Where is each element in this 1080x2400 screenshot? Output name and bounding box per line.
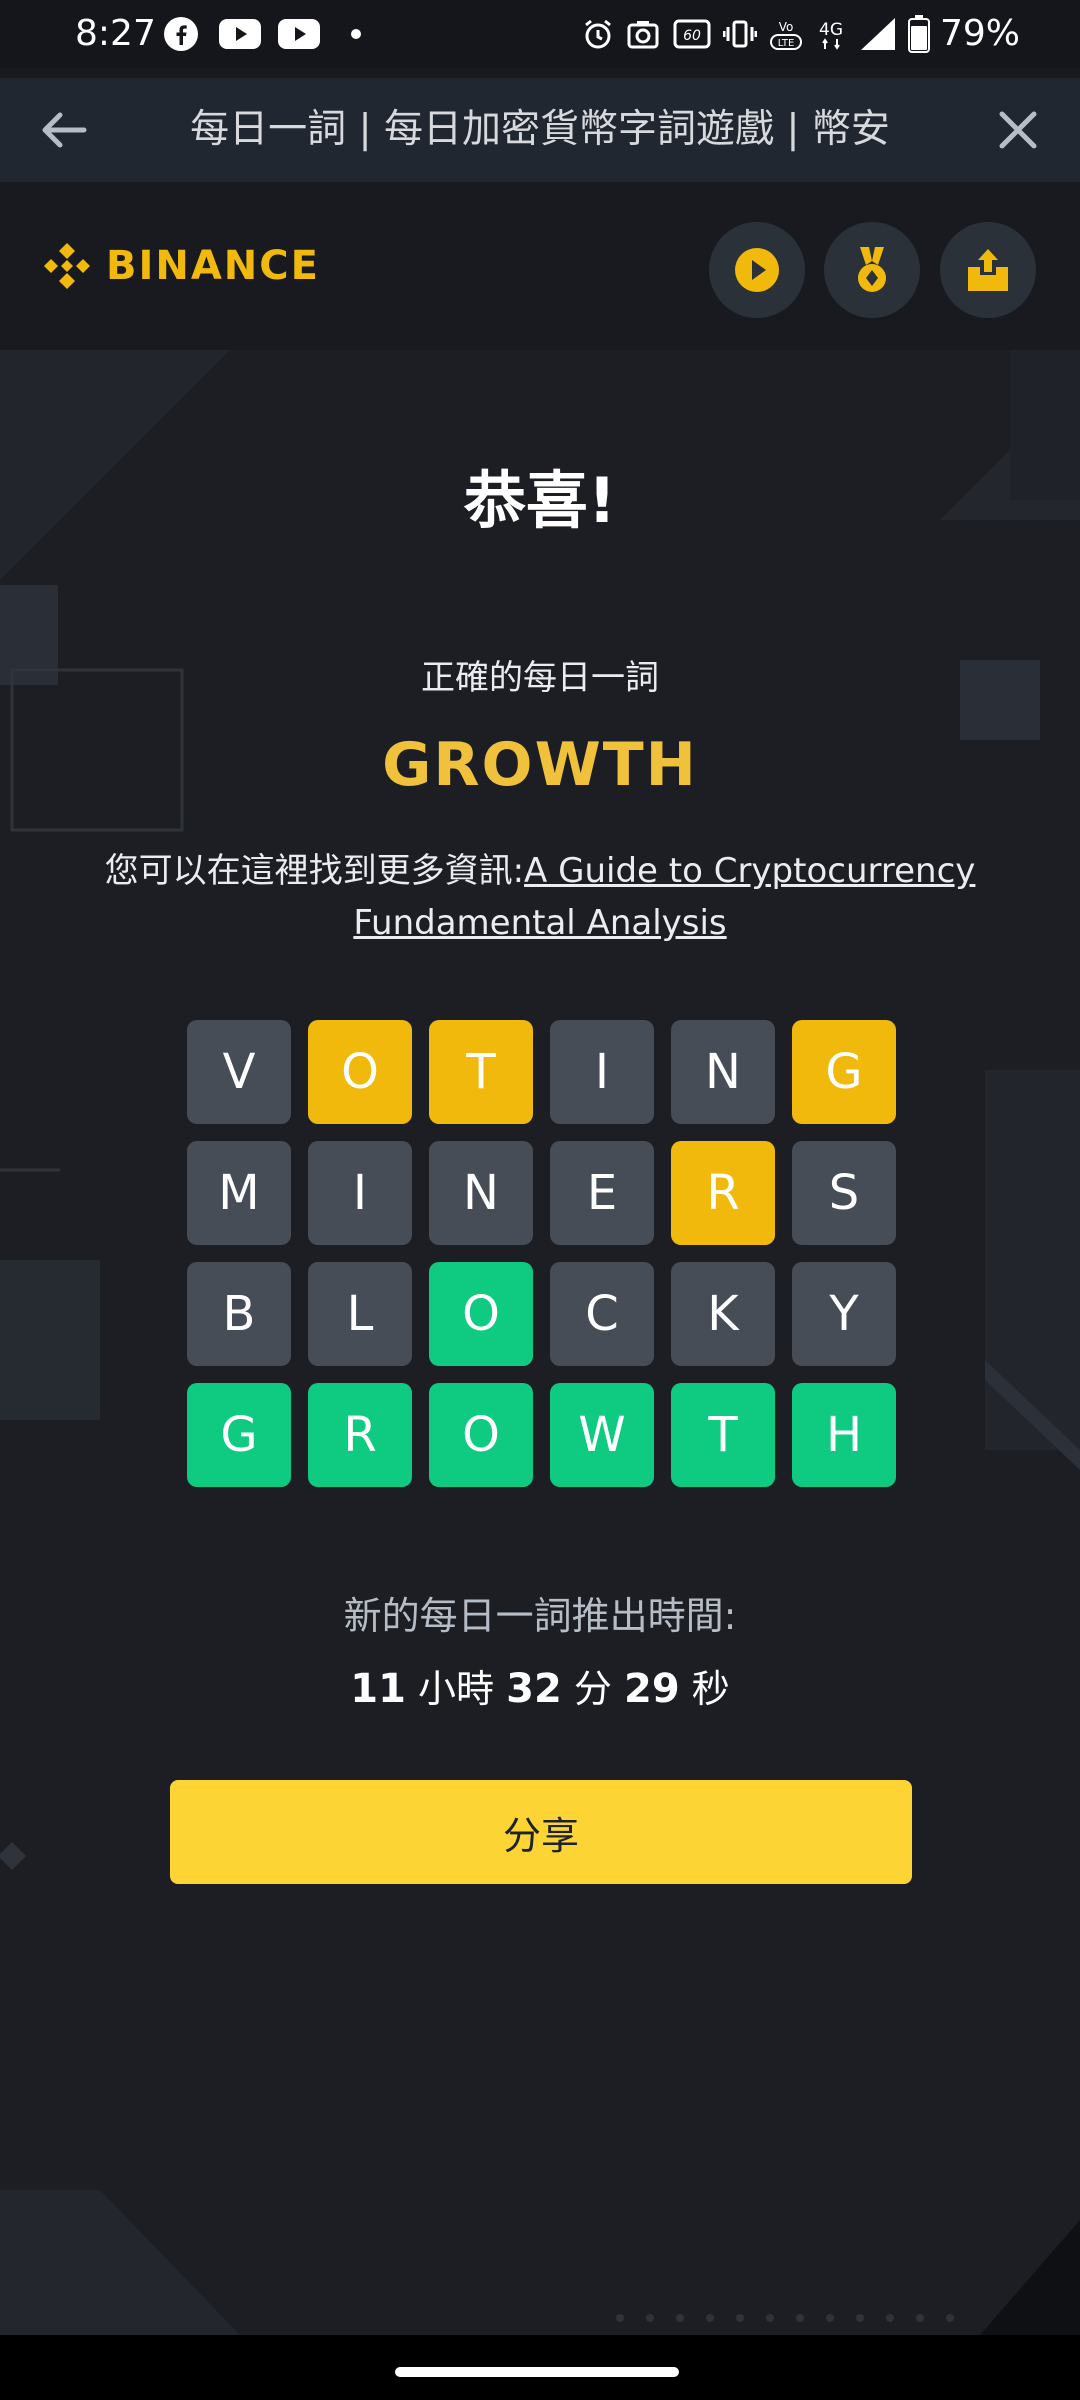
play-icon [735,248,779,292]
svg-text:4G: 4G [819,20,843,40]
guess-grid: VOTINGMINERSBLOCKYGROWTH [187,1020,896,1487]
dot-icon [348,14,364,54]
battery-percent: 79% [940,13,1021,54]
refresh-rate-icon: 60 [672,14,712,54]
countdown-timer: 11 小時 32 分 29 秒 [0,1658,1080,1713]
letter-tile: Y [792,1262,896,1366]
app-header: BINANCE [0,182,1080,350]
logo-text: BINANCE [106,243,320,289]
letter-tile: V [187,1020,291,1124]
letter-tile: R [308,1383,412,1487]
signal-icon [858,14,898,54]
vibrate-icon [722,14,758,54]
letter-tile: R [671,1141,775,1245]
medal-icon [858,247,886,292]
home-gesture-pill[interactable] [395,2367,679,2377]
camera-icon [626,14,662,54]
countdown-seconds: 29 [623,1666,680,1712]
medal-button[interactable] [824,222,920,318]
hours-unit: 小時 [418,1667,495,1711]
play-button[interactable] [709,222,805,318]
share-button[interactable]: 分享 [170,1780,912,1884]
answer-word: GROWTH [382,730,698,800]
letter-tile: O [429,1383,533,1487]
share-upload-icon [968,249,1008,291]
battery-icon [907,14,931,54]
letter-tile: M [187,1141,291,1245]
countdown-minutes: 32 [506,1666,562,1712]
youtube-icon [218,14,262,54]
letter-tile: G [792,1020,896,1124]
letter-tile: O [429,1262,533,1366]
letter-tile: G [187,1383,291,1487]
letter-tile: N [671,1020,775,1124]
more-info-text: 您可以在這裡找到更多資訊:A Guide to Cryptocurrency F… [70,845,1010,949]
letter-tile: H [792,1383,896,1487]
countdown-hours: 11 [350,1666,406,1712]
letter-tile: C [550,1262,654,1366]
status-bar: 8:27 60 Vo LTE 4G 79% [0,0,1080,68]
facebook-icon [163,14,199,54]
letter-tile: B [187,1262,291,1366]
letter-tile: O [308,1020,412,1124]
page-title: 每日一詞 | 每日加密貨幣字詞遊戲 | 幣安 [190,107,890,152]
letter-tile: N [429,1141,533,1245]
alarm-icon [580,14,616,54]
letter-tile: I [550,1020,654,1124]
network-type-icon: 4G [814,14,848,54]
system-nav-bar [0,2335,1080,2400]
binance-logo-icon [44,243,90,289]
volte-icon: Vo LTE [766,14,806,54]
letter-tile: E [550,1141,654,1245]
more-info-prefix: 您可以在這裡找到更多資訊: [104,851,525,891]
letter-tile: T [671,1383,775,1487]
letter-tile: T [429,1020,533,1124]
letter-tile: K [671,1262,775,1366]
webview-nav-bar: 每日一詞 | 每日加密貨幣字詞遊戲 | 幣安 [0,78,1080,182]
letter-tile: W [550,1383,654,1487]
minutes-unit: 分 [573,1667,612,1711]
seconds-unit: 秒 [691,1667,730,1711]
arrow-left-icon[interactable] [36,102,92,158]
result-panel: 恭喜! 正確的每日一詞 GROWTH 您可以在這裡找到更多資訊:A Guide … [0,350,1080,2335]
share-upload-button[interactable] [940,222,1036,318]
svg-text:60: 60 [683,28,701,44]
binance-logo[interactable]: BINANCE [40,236,320,296]
svg-text:LTE: LTE [778,38,795,49]
youtube-icon [277,14,321,54]
congrats-heading: 恭喜! [463,464,617,537]
letter-tile: I [308,1141,412,1245]
next-word-label: 新的每日一詞推出時間: [343,1594,737,1638]
svg-text:Vo: Vo [779,20,794,34]
correct-word-label: 正確的每日一詞 [421,658,659,698]
close-icon[interactable] [990,102,1046,158]
letter-tile: S [792,1141,896,1245]
letter-tile: L [308,1262,412,1366]
status-time: 8:27 [75,13,156,54]
